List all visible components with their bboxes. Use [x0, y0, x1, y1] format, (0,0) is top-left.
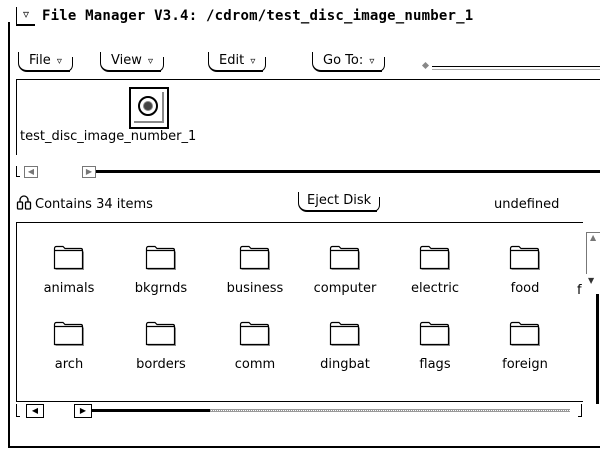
file-menu-button[interactable]: File ▿	[18, 52, 73, 72]
scroll-up-button[interactable]: ▲	[586, 232, 600, 274]
cdrom-disc-icon[interactable]	[129, 87, 169, 129]
folder-item[interactable]: foreign	[479, 317, 571, 377]
goto-input[interactable]	[432, 66, 600, 70]
folder-icon	[53, 245, 84, 270]
folder-item[interactable]: borders	[115, 317, 207, 377]
folder-label: flags	[419, 357, 451, 372]
disc-outer-ring	[138, 96, 158, 116]
path-label[interactable]: test_disc_image_number_1	[20, 129, 196, 144]
folder-scroll-right-button[interactable]: ▶	[74, 404, 92, 418]
folder-label: arch	[54, 357, 84, 372]
scroll-right-arrow-icon: ▶	[85, 167, 93, 176]
window-menu-button[interactable]: ▿	[16, 7, 35, 26]
edit-menu-arrow-icon: ▿	[250, 56, 256, 67]
folder-label: comm	[234, 357, 276, 372]
folder-vertical-scrollbar[interactable]: ▲ ▼	[586, 232, 600, 412]
status-right-text: undefined	[494, 197, 560, 212]
folder-item[interactable]: computer	[299, 241, 391, 301]
goto-menu-arrow-icon: ▿	[369, 56, 375, 67]
folder-item[interactable]: electric	[389, 241, 481, 301]
folder-label: business	[226, 281, 284, 296]
view-menu-label: View	[111, 53, 142, 68]
folder-label: bkgrnds	[134, 281, 188, 296]
window-frame-left	[8, 22, 10, 448]
scroll-left-button[interactable]: ◀	[24, 166, 38, 178]
scrollbar-start-cap	[16, 404, 20, 417]
title-bar[interactable]: ▿ File Manager V3.4: /cdrom/test_disc_im…	[16, 6, 600, 30]
scroll-down-arrow-icon: ▼	[588, 276, 595, 285]
folder-label: animals	[43, 281, 95, 296]
folder-icon	[329, 245, 360, 270]
menu-bar: File ▿ View ▿ Edit ▿ Go To: ▿	[18, 52, 600, 74]
edit-menu-button[interactable]: Edit ▿	[208, 52, 267, 72]
folder-scrollbar-track[interactable]	[210, 409, 570, 412]
disc-hub	[144, 102, 152, 110]
clipped-folder-label: f	[577, 283, 582, 298]
edit-menu-label: Edit	[219, 53, 245, 68]
read-only-lock-icon	[16, 195, 32, 210]
folder-label: borders	[136, 357, 186, 372]
goto-menu-button[interactable]: Go To: ▿	[312, 52, 386, 72]
folder-view-panel: animals bkgrnds business computer electric fo…	[16, 222, 583, 402]
folder-horizontal-scrollbar[interactable]: ◀ ▶	[16, 404, 586, 418]
view-menu-arrow-icon: ▿	[148, 56, 154, 67]
scrollbar-start-cap	[16, 166, 20, 177]
scrollbar-track[interactable]	[96, 170, 600, 173]
folder-label: dingbat	[320, 357, 370, 372]
goto-input-caret-icon	[421, 61, 430, 70]
folder-scroll-left-arrow-icon: ◀	[31, 406, 39, 415]
folder-icon	[419, 245, 450, 270]
folder-item[interactable]: comm	[209, 317, 301, 377]
item-count-status: Contains 34 items	[35, 197, 153, 212]
folder-icon	[329, 321, 360, 346]
folder-scroll-right-arrow-icon: ▶	[79, 406, 87, 415]
scrollbar-end-cap	[578, 404, 582, 417]
folder-scroll-left-button[interactable]: ◀	[26, 404, 44, 418]
file-menu-label: File	[29, 53, 51, 68]
folder-icon	[509, 245, 540, 270]
scroll-down-button[interactable]: ▼	[588, 276, 600, 288]
scrollbar-elevator-cable	[596, 294, 599, 404]
folder-label: electric	[411, 281, 459, 296]
folder-item[interactable]: arch	[23, 317, 115, 377]
folder-label: computer	[313, 281, 377, 296]
goto-menu-label: Go To:	[323, 53, 364, 68]
folder-icon	[53, 321, 84, 346]
scroll-up-arrow-icon: ▲	[590, 233, 597, 242]
folder-item[interactable]: flags	[389, 317, 481, 377]
folder-icon	[239, 245, 270, 270]
scroll-right-button[interactable]: ▶	[82, 166, 96, 178]
window-frame-bottom	[8, 446, 600, 448]
folder-icon	[145, 245, 176, 270]
file-menu-arrow-icon: ▿	[56, 56, 62, 67]
window-title: File Manager V3.4: /cdrom/test_disc_imag…	[42, 8, 474, 24]
path-horizontal-scrollbar[interactable]: ◀ ▶	[16, 166, 600, 178]
folder-icon	[145, 321, 176, 346]
folder-item[interactable]: bkgrnds	[115, 241, 207, 301]
folder-icon	[419, 321, 450, 346]
folder-icon	[509, 321, 540, 346]
status-row: Contains 34 items Eject Disk undefined	[16, 192, 600, 216]
eject-disk-button[interactable]: Eject Disk	[298, 192, 381, 212]
scroll-left-arrow-icon: ◀	[27, 167, 35, 176]
folder-item[interactable]: business	[209, 241, 301, 301]
window-menu-arrow-icon: ▿	[22, 7, 30, 21]
folder-scrollbar-elevator[interactable]	[92, 409, 210, 412]
folder-item[interactable]: animals	[23, 241, 115, 301]
path-panel: test_disc_image_number_1	[16, 79, 600, 155]
folder-item[interactable]: food	[479, 241, 571, 301]
folder-item[interactable]: dingbat	[299, 317, 391, 377]
folder-label: foreign	[502, 357, 548, 372]
folder-label: food	[510, 281, 540, 296]
folder-icon	[239, 321, 270, 346]
view-menu-button[interactable]: View ▿	[100, 52, 165, 72]
